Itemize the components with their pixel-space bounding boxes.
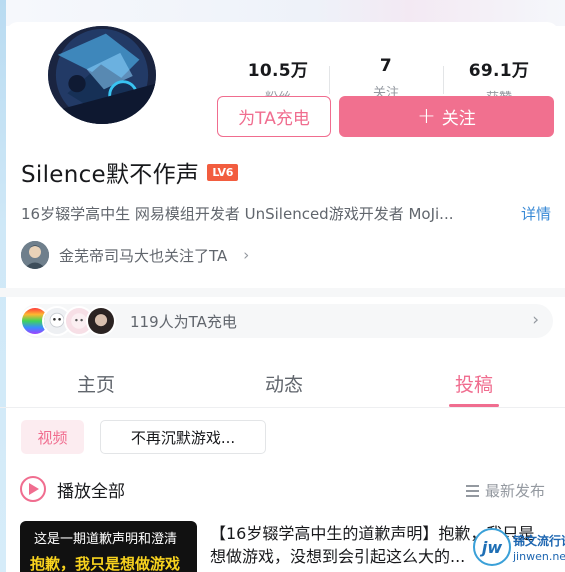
- supporter-avatar: [86, 306, 116, 336]
- watermark-url: jinwen.net: [513, 550, 565, 563]
- plus-icon: +: [417, 104, 436, 129]
- active-tab-indicator: [449, 404, 499, 407]
- stat-divider: [329, 66, 330, 94]
- mutual-follow-text: 金芜帝司马大也关注了TA: [59, 246, 228, 265]
- likes-count: 69.1万: [468, 61, 530, 81]
- tab-home[interactable]: 主页: [77, 370, 115, 397]
- section-divider: [0, 288, 565, 297]
- profile-tabs: 主页 动态 投稿: [0, 356, 565, 408]
- filter-chip-video[interactable]: 视频: [21, 420, 84, 454]
- followers-count: 10.5万: [247, 61, 309, 81]
- video-thumbnail[interactable]: 这是一期道歉声明和澄清 抱歉，我只是想做游戏: [20, 521, 197, 572]
- play-all-button[interactable]: 播放全部: [20, 476, 125, 502]
- follow-button-label: 关注: [441, 109, 476, 129]
- site-watermark: jw 锦文流行语 jinwen.net: [473, 526, 565, 572]
- avatar-image: [48, 26, 156, 124]
- sort-label: 最新发布: [485, 482, 546, 500]
- mutual-avatar: [21, 241, 49, 269]
- sort-button[interactable]: 最新发布: [466, 480, 545, 501]
- thumbnail-caption-bottom: 抱歉，我只是想做游戏: [30, 555, 181, 572]
- chevron-right-icon: ›: [243, 246, 250, 264]
- filter-chip-series[interactable]: 不再沉默游戏...: [100, 420, 266, 454]
- user-bio: 16岁辍学高中生 网易模组开发者 UnSilenced游戏开发者 MoJi...: [21, 205, 454, 223]
- tab-submissions[interactable]: 投稿: [455, 370, 493, 397]
- stat-following[interactable]: 7 关注: [331, 56, 441, 101]
- supporters-row[interactable]: 119人为TA充电 ›: [20, 304, 553, 338]
- supporters-text: 119人为TA充电: [130, 312, 237, 331]
- watermark-logo: jw: [473, 528, 511, 566]
- sort-lines-icon: [466, 484, 479, 497]
- name-row: Silence默不作声 LV6: [21, 155, 239, 189]
- tab-dynamics[interactable]: 动态: [265, 370, 303, 397]
- supporter-avatars: [20, 306, 116, 336]
- play-all-label: 播放全部: [57, 481, 125, 502]
- charge-button[interactable]: 为TA充电: [217, 96, 331, 137]
- bio-detail-link[interactable]: 详情: [521, 203, 551, 224]
- following-count: 7: [379, 56, 393, 76]
- play-icon: [20, 476, 46, 502]
- watermark-name: 锦文流行语: [513, 534, 565, 548]
- user-name: Silence默不作声: [21, 162, 200, 188]
- chevron-right-icon: ›: [532, 310, 539, 330]
- follow-button[interactable]: + 关注: [339, 96, 554, 137]
- level-badge: LV6: [207, 163, 239, 181]
- avatar[interactable]: [46, 24, 158, 126]
- thumbnail-caption-top: 这是一期道歉声明和澄清: [34, 532, 178, 547]
- mutual-follow-row[interactable]: 金芜帝司马大也关注了TA ›: [21, 241, 249, 269]
